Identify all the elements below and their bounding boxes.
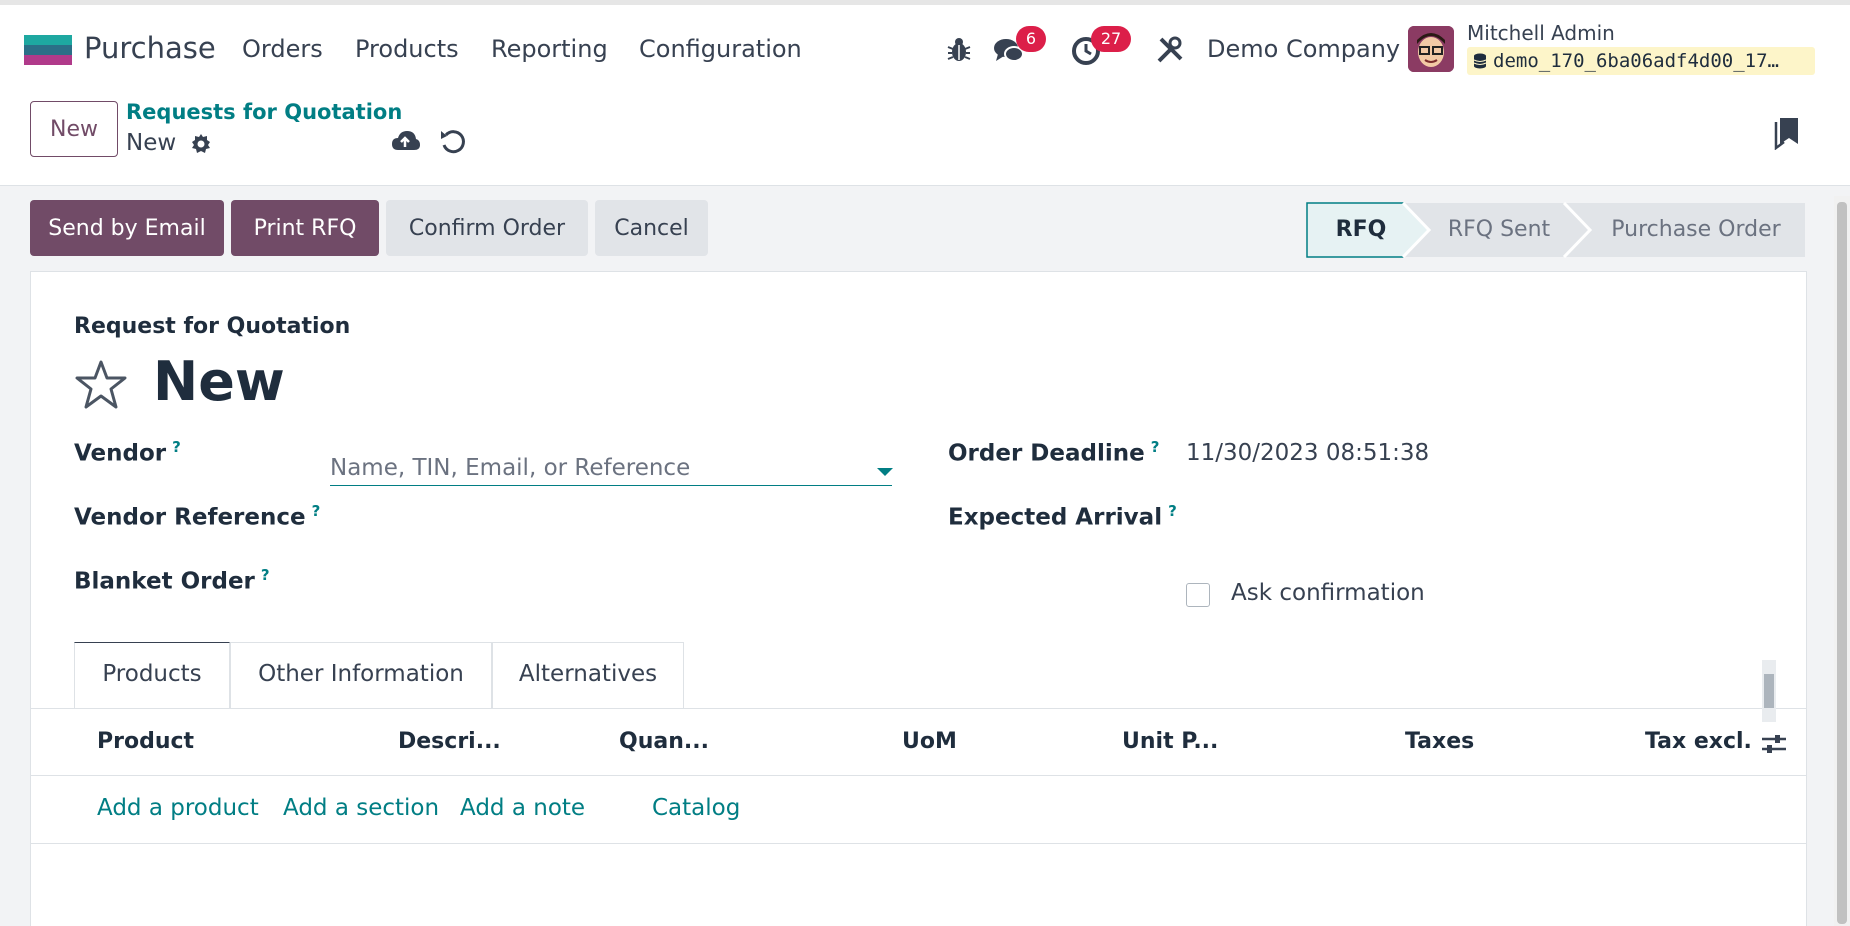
order-lines-table-header: Product Descri... Quan... UoM Unit P... … (31, 708, 1806, 776)
inner-scrollbar-thumb[interactable] (1764, 674, 1774, 708)
tab-alternatives[interactable]: Alternatives (492, 642, 684, 708)
order-deadline-help-tooltip[interactable]: ? (1151, 438, 1160, 456)
send-by-email-button[interactable]: Send by Email (30, 200, 224, 256)
user-name[interactable]: Mitchell Admin (1467, 21, 1615, 45)
form-view: Send by Email Print RFQ Confirm Order Ca… (0, 186, 1850, 926)
form-sheet: Request for Quotation New Vendor? Vendor… (30, 271, 1807, 926)
top-navbar: Purchase Orders Products Reporting Confi… (0, 0, 1850, 88)
expected-arrival-label: Expected Arrival? (948, 502, 1177, 531)
optional-columns-sliders-icon[interactable] (1760, 731, 1788, 757)
menu-orders[interactable]: Orders (242, 35, 323, 63)
tools-icon[interactable] (1153, 33, 1187, 67)
menu-reporting[interactable]: Reporting (491, 35, 608, 63)
add-note-link[interactable]: Add a note (460, 795, 585, 821)
database-chip: demo_170_6ba06adf4d00_17… (1467, 47, 1815, 75)
ask-confirmation-label[interactable]: Ask confirmation (1231, 580, 1425, 606)
stage-rfq[interactable]: RFQ (1306, 202, 1416, 258)
vendor-reference-help-tooltip[interactable]: ? (312, 502, 321, 520)
column-unit-price[interactable]: Unit P... (1122, 729, 1218, 754)
vendor-label: Vendor? (74, 438, 181, 467)
gear-icon[interactable] (189, 132, 213, 156)
column-uom[interactable]: UoM (902, 729, 957, 754)
column-description[interactable]: Descri... (398, 729, 501, 754)
database-icon (1473, 53, 1487, 69)
column-tax-excluded[interactable]: Tax excl. (1645, 729, 1752, 754)
menu-products[interactable]: Products (355, 35, 459, 63)
purchase-app-icon[interactable] (24, 35, 72, 65)
vendor-dropdown-caret-icon[interactable] (877, 468, 893, 476)
tab-other-information[interactable]: Other Information (230, 642, 492, 708)
add-product-link[interactable]: Add a product (97, 795, 259, 821)
tab-products[interactable]: Products (74, 642, 230, 708)
control-panel: New Requests for Quotation New (0, 88, 1850, 186)
breadcrumb-requests-for-quotation[interactable]: Requests for Quotation (126, 100, 402, 124)
add-section-link[interactable]: Add a section (283, 795, 439, 821)
blanket-order-label: Blanket Order? (74, 566, 270, 595)
vendor-input[interactable] (330, 450, 892, 486)
stage-rfq-sent[interactable]: RFQ Sent (1424, 202, 1574, 258)
form-title: New (153, 350, 285, 413)
page-scrollbar-thumb[interactable] (1837, 202, 1847, 924)
cancel-button[interactable]: Cancel (595, 200, 708, 256)
discard-undo-icon[interactable] (438, 126, 468, 156)
print-rfq-button[interactable]: Print RFQ (231, 200, 379, 256)
column-product[interactable]: Product (97, 729, 194, 754)
activities-badge: 27 (1091, 26, 1131, 52)
priority-star-icon[interactable] (73, 358, 129, 414)
user-avatar[interactable] (1408, 26, 1454, 72)
ask-confirmation-checkbox[interactable] (1186, 583, 1210, 607)
page-scrollbar[interactable] (1834, 196, 1850, 926)
form-subtitle: Request for Quotation (74, 314, 351, 339)
order-lines-actions: Add a product Add a section Add a note C… (31, 776, 1806, 844)
blanket-order-help-tooltip[interactable]: ? (261, 566, 270, 584)
stage-purchase-order[interactable]: Purchase Order (1586, 202, 1806, 258)
order-deadline-label: Order Deadline? (948, 438, 1160, 467)
column-quantity[interactable]: Quan... (619, 729, 709, 754)
vendor-help-tooltip[interactable]: ? (172, 438, 181, 456)
column-taxes[interactable]: Taxes (1405, 729, 1474, 754)
status-bar: RFQ RFQ Sent Purchase Order (1306, 202, 1806, 258)
new-record-button[interactable]: New (30, 101, 118, 157)
cloud-upload-save-icon[interactable] (390, 126, 420, 156)
bookmark-icon[interactable] (1772, 114, 1804, 150)
messages-badge: 6 (1016, 26, 1046, 52)
debug-bug-icon[interactable] (942, 33, 976, 67)
order-deadline-field[interactable]: 11/30/2023 08:51:38 (1186, 440, 1429, 466)
confirm-order-button[interactable]: Confirm Order (386, 200, 588, 256)
inner-scrollbar[interactable] (1762, 660, 1776, 722)
company-switcher[interactable]: Demo Company (1207, 35, 1400, 63)
breadcrumb-current-record: New (126, 130, 177, 156)
menu-configuration[interactable]: Configuration (639, 35, 802, 63)
catalog-link[interactable]: Catalog (652, 795, 740, 821)
vendor-reference-label: Vendor Reference? (74, 502, 321, 531)
expected-arrival-help-tooltip[interactable]: ? (1168, 502, 1177, 520)
database-name: demo_170_6ba06adf4d00_17… (1493, 50, 1779, 72)
app-name[interactable]: Purchase (84, 31, 216, 65)
